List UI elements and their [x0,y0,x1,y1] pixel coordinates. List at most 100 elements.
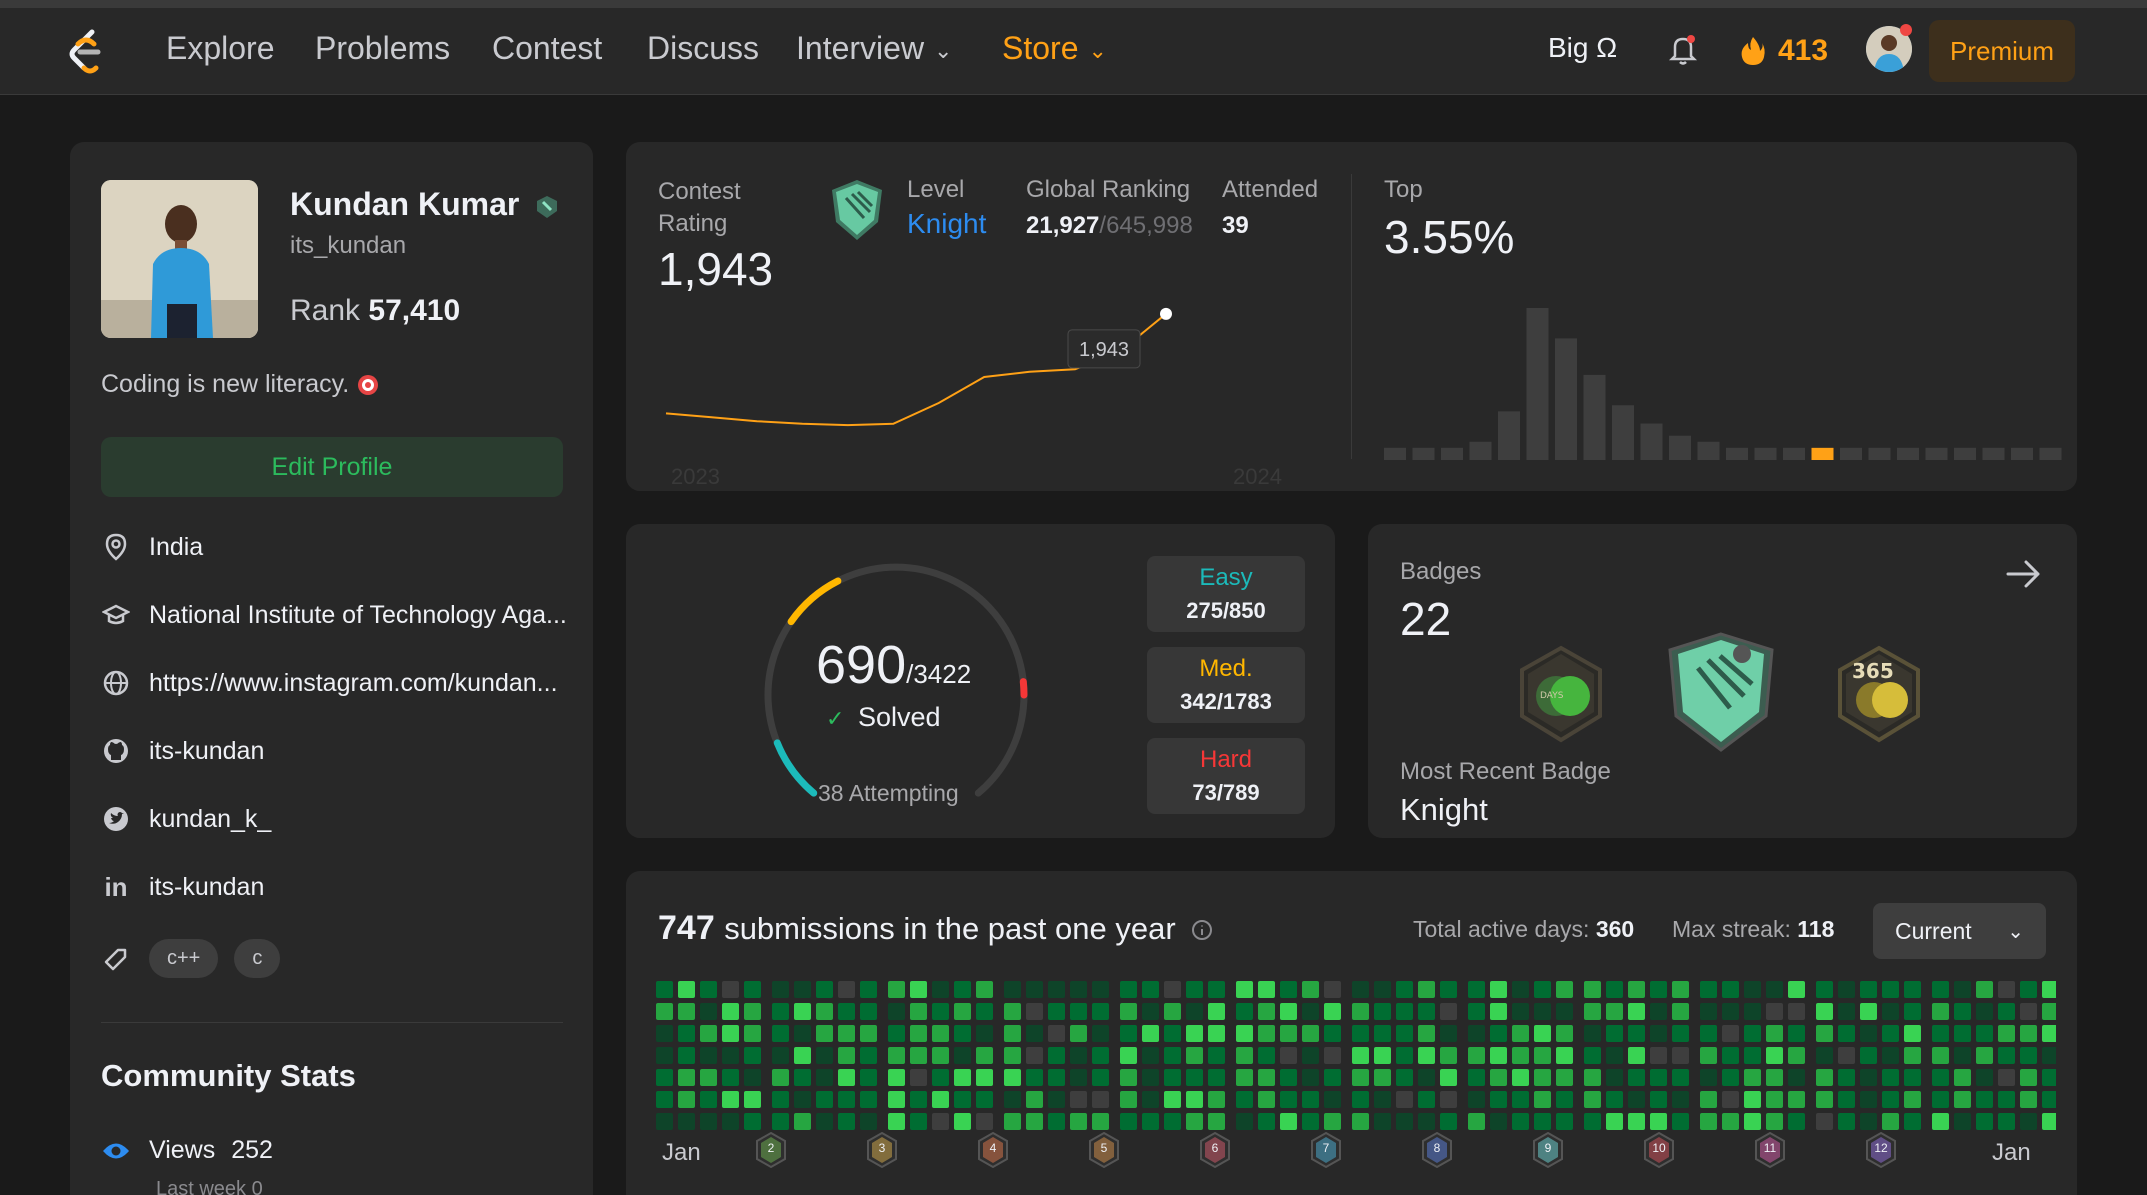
heatmap-cell[interactable] [1070,1069,1087,1086]
heatmap-cell[interactable] [1954,1091,1971,1108]
heatmap-cell[interactable] [1534,1047,1551,1064]
heatmap-cell[interactable] [1142,1003,1159,1020]
heatmap-cell[interactable] [1882,1113,1899,1130]
heatmap-cell[interactable] [1932,1025,1949,1042]
heatmap-cell[interactable] [816,981,833,998]
heatmap-cell[interactable] [1556,981,1573,998]
heatmap-cell[interactable] [1490,1003,1507,1020]
heatmap-cell[interactable] [1468,1091,1485,1108]
heatmap-cell[interactable] [932,1025,949,1042]
heatmap-cell[interactable] [678,1025,695,1042]
heatmap-cell[interactable] [722,1047,739,1064]
heatmap-cell[interactable] [1468,1113,1485,1130]
histogram-bar[interactable] [1384,447,1406,460]
heatmap-cell[interactable] [1904,981,1921,998]
365-days-badge-icon[interactable]: 365 [1834,644,1924,744]
heatmap-cell[interactable] [1628,1113,1645,1130]
heatmap-cell[interactable] [1164,1113,1181,1130]
heatmap-cell[interactable] [1722,1069,1739,1086]
heatmap-cell[interactable] [1722,1025,1739,1042]
knight-badge-icon[interactable] [1664,630,1778,754]
nav-discuss[interactable]: Discuss [647,30,759,67]
heatmap-cell[interactable] [1584,1047,1601,1064]
heatmap-cell[interactable] [1998,981,2015,998]
submission-heatmap[interactable] [656,981,2056,1131]
edit-profile-button[interactable]: Edit Profile [101,437,563,497]
heatmap-cell[interactable] [2042,1091,2056,1108]
heatmap-cell[interactable] [1092,981,1109,998]
monthly-badge-icon[interactable]: 6 [1198,1131,1232,1169]
heatmap-cell[interactable] [1004,1091,1021,1108]
heatmap-cell[interactable] [1324,1113,1341,1130]
bell-icon[interactable] [1666,32,1700,66]
rating-current-point[interactable] [1160,307,1172,320]
heatmap-cell[interactable] [1860,981,1877,998]
skill-tag[interactable]: c [234,939,281,978]
heatmap-cell[interactable] [1766,1113,1783,1130]
heatmap-cell[interactable] [932,1047,949,1064]
heatmap-cell[interactable] [772,1069,789,1086]
heatmap-cell[interactable] [700,1025,717,1042]
heatmap-cell[interactable] [1092,1113,1109,1130]
histogram-bar[interactable] [1726,447,1748,460]
heatmap-cell[interactable] [1324,1025,1341,1042]
heatmap-cell[interactable] [2020,1069,2037,1086]
heatmap-cell[interactable] [1280,1069,1297,1086]
heatmap-cell[interactable] [1164,1025,1181,1042]
heatmap-cell[interactable] [1236,1025,1253,1042]
heatmap-cell[interactable] [1556,1003,1573,1020]
heatmap-cell[interactable] [1976,1025,1993,1042]
50-days-badge-icon[interactable]: DAYS [1516,644,1606,744]
histogram-bar[interactable] [1469,441,1492,460]
heatmap-cell[interactable] [1164,1091,1181,1108]
heatmap-cell[interactable] [1606,1003,1623,1020]
heatmap-cell[interactable] [1816,1113,1833,1130]
heatmap-cell[interactable] [744,1069,761,1086]
heatmap-cell[interactable] [2020,1025,2037,1042]
heatmap-cell[interactable] [1512,1003,1529,1020]
heatmap-cell[interactable] [1744,1003,1761,1020]
heatmap-cell[interactable] [1352,1003,1369,1020]
heatmap-cell[interactable] [1468,1003,1485,1020]
heatmap-cell[interactable] [1258,1003,1275,1020]
heatmap-cell[interactable] [1650,1003,1667,1020]
heatmap-cell[interactable] [816,1069,833,1086]
twitter-link[interactable]: kundan_k_ [149,805,271,834]
heatmap-cell[interactable] [1860,1025,1877,1042]
heatmap-cell[interactable] [1954,1025,1971,1042]
heatmap-cell[interactable] [1650,981,1667,998]
heatmap-cell[interactable] [2042,1113,2056,1130]
heatmap-cell[interactable] [1998,1091,2015,1108]
heatmap-cell[interactable] [678,981,695,998]
heatmap-cell[interactable] [1976,1003,1993,1020]
heatmap-cell[interactable] [1954,1003,1971,1020]
heatmap-cell[interactable] [1324,1003,1341,1020]
heatmap-cell[interactable] [1838,1003,1855,1020]
heatmap-cell[interactable] [744,1025,761,1042]
heatmap-cell[interactable] [656,1025,673,1042]
heatmap-cell[interactable] [1164,1003,1181,1020]
heatmap-cell[interactable] [1722,981,1739,998]
heatmap-cell[interactable] [888,1025,905,1042]
histogram-bar[interactable] [2011,447,2033,460]
heatmap-cell[interactable] [954,1003,971,1020]
heatmap-cell[interactable] [976,1069,993,1086]
heatmap-cell[interactable] [2042,1025,2056,1042]
heatmap-cell[interactable] [722,981,739,998]
heatmap-cell[interactable] [1048,981,1065,998]
heatmap-cell[interactable] [794,981,811,998]
heatmap-cell[interactable] [860,1113,877,1130]
heatmap-cell[interactable] [1490,1047,1507,1064]
histogram-bar[interactable] [1754,447,1777,460]
heatmap-cell[interactable] [1048,1025,1065,1042]
heatmap-cell[interactable] [1606,1113,1623,1130]
hard-stat[interactable]: Hard 73/789 [1147,738,1305,814]
heatmap-cell[interactable] [1534,1025,1551,1042]
heatmap-cell[interactable] [1512,1069,1529,1086]
heatmap-cell[interactable] [1512,981,1529,998]
heatmap-cell[interactable] [1070,1047,1087,1064]
heatmap-cell[interactable] [860,1047,877,1064]
monthly-badge-icon[interactable]: 2 [754,1131,788,1169]
heatmap-cell[interactable] [1418,1003,1435,1020]
heatmap-cell[interactable] [1374,1047,1391,1064]
